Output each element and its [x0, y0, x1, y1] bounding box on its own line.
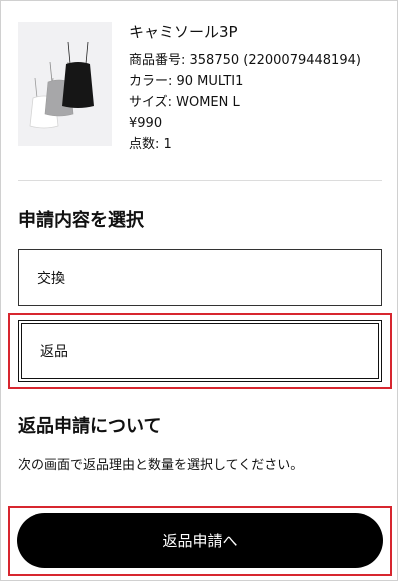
camisole-set-icon	[29, 41, 94, 129]
option-return[interactable]: 返品	[18, 320, 382, 382]
option-exchange-label: 交換	[37, 270, 65, 287]
product-name: キャミソール3P	[129, 23, 238, 41]
product-summary: キャミソール3P 商品番号: 358750 (2200079448194) カラ…	[18, 22, 382, 162]
product-price: ¥990	[129, 116, 163, 131]
about-description: 次の画面で返品理由と数量を選択してください。	[18, 458, 304, 473]
divider	[18, 180, 382, 181]
product-color: カラー: 90 MULTI1	[129, 74, 244, 89]
return-request-button-label: 返品申請へ	[162, 532, 238, 550]
option-exchange[interactable]: 交換	[18, 249, 382, 306]
option-return-label: 返品	[40, 344, 68, 360]
camisole-set-image	[18, 22, 112, 146]
product-info: キャミソール3P 商品番号: 358750 (2200079448194) カラ…	[129, 22, 382, 155]
about-section-title: 返品申請について	[18, 416, 162, 437]
product-quantity: 点数: 1	[129, 137, 172, 152]
product-size: サイズ: WOMEN L	[129, 95, 240, 110]
product-number: 商品番号: 358750 (2200079448194)	[129, 53, 361, 68]
return-request-button[interactable]: 返品申請へ	[17, 513, 383, 568]
select-section-title: 申請内容を選択	[18, 210, 144, 231]
